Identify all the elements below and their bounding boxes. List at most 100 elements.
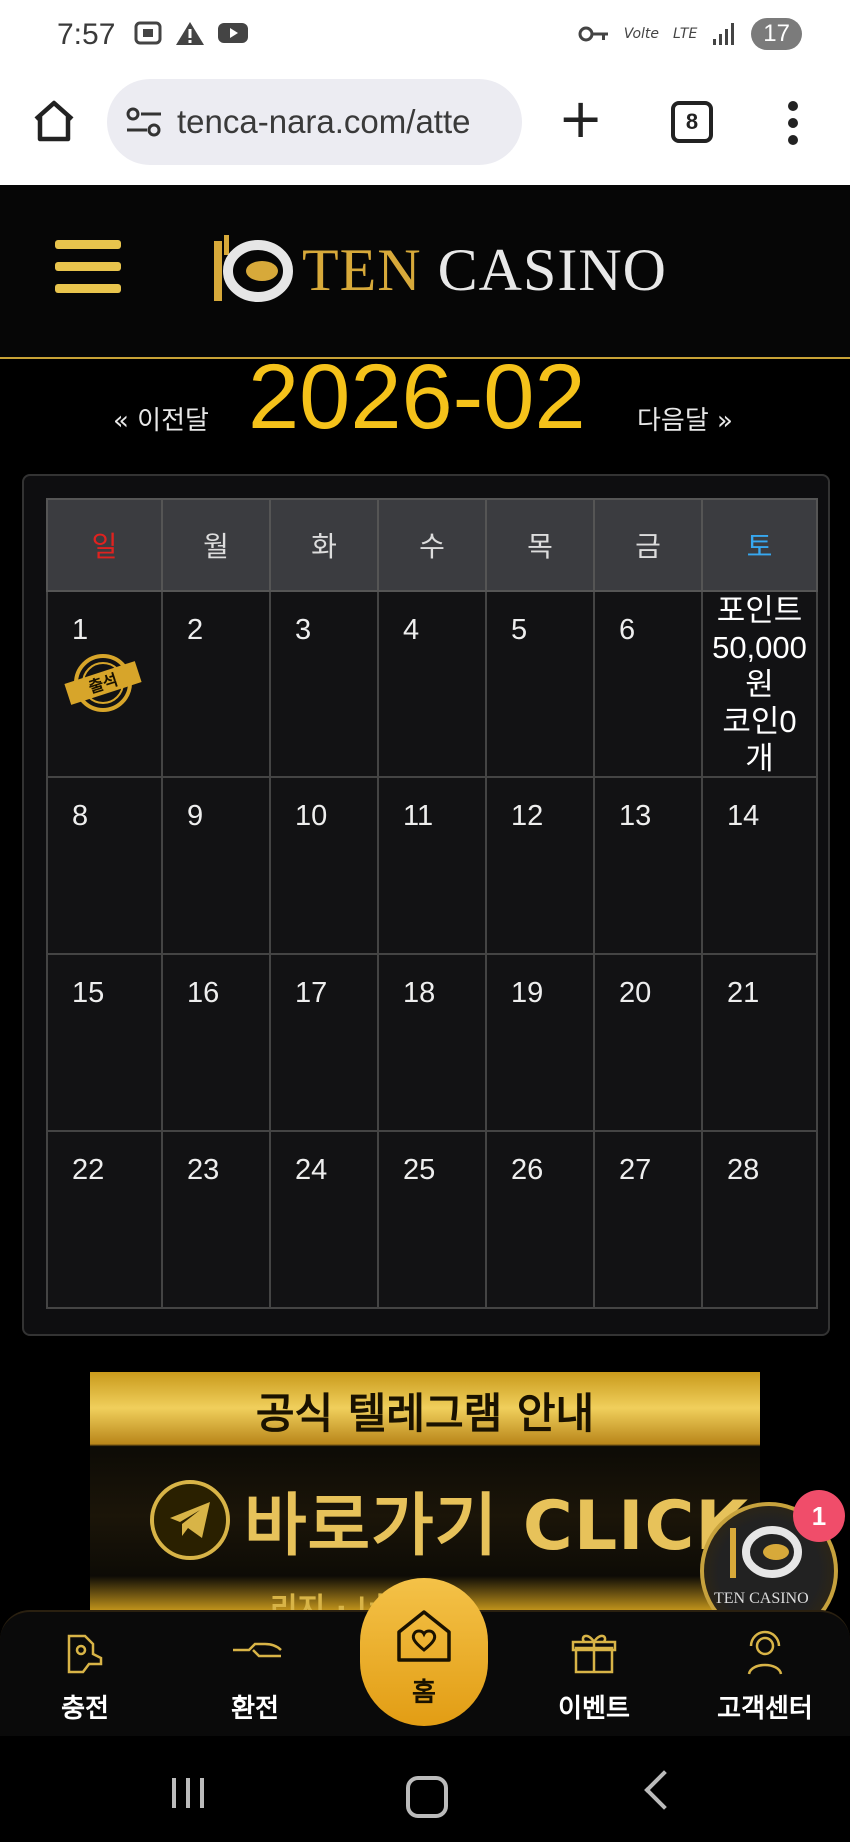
attendance-stamp-icon: 출석 xyxy=(64,654,142,712)
calendar-day-cell[interactable]: 22 xyxy=(46,1130,163,1309)
reward-points-label: 포인트 xyxy=(716,593,803,628)
calendar-day-cell[interactable]: 1 출석 xyxy=(46,590,163,778)
system-back-icon[interactable] xyxy=(644,1770,684,1810)
system-navigation-bar xyxy=(0,1736,850,1842)
weekday-wed: 수 xyxy=(377,498,487,592)
day-number: 14 xyxy=(727,800,760,832)
calendar-table: 일 월 화 수 목 금 토 1 출석 2 3 4 5 6 포인트 50,000 … xyxy=(46,498,818,1309)
day-number: 25 xyxy=(403,1154,436,1186)
logo-ten-text: TEN xyxy=(302,236,422,303)
reward-points-unit: 원 xyxy=(745,667,774,702)
day-number: 1 xyxy=(72,614,89,646)
hamburger-menu-icon[interactable] xyxy=(55,240,121,306)
prev-month-link[interactable]: « 이전달 xyxy=(113,400,209,437)
home-heart-icon xyxy=(397,1610,451,1662)
nav-exchange-label: 환전 xyxy=(231,1694,279,1724)
charge-icon xyxy=(67,1634,103,1674)
site-settings-icon[interactable] xyxy=(125,105,163,139)
telegram-banner[interactable]: 공식 텔레그램 안내 바로가기 CLICK 리지 · 너모집 xyxy=(90,1372,760,1612)
youtube-icon xyxy=(218,23,248,43)
browser-menu-button[interactable] xyxy=(788,101,800,152)
calendar-day-cell[interactable]: 27 xyxy=(593,1130,703,1309)
calendar-day-cell[interactable]: 21 xyxy=(701,953,818,1132)
calendar-day-cell[interactable]: 13 xyxy=(593,776,703,955)
calendar-day-cell-reward[interactable]: 포인트 50,000 원 코인0 개 xyxy=(701,590,818,778)
address-bar[interactable]: tenca-nara.com/atte xyxy=(107,79,522,165)
calendar-day-cell[interactable]: 9 xyxy=(161,776,271,955)
day-number: 27 xyxy=(619,1154,652,1186)
calendar-day-cell[interactable]: 11 xyxy=(377,776,487,955)
reward-coin-unit: 개 xyxy=(745,741,774,776)
calendar-day-cell[interactable]: 4 xyxy=(377,590,487,778)
calendar-day-cell[interactable]: 24 xyxy=(269,1130,379,1309)
calendar-day-cell[interactable]: 23 xyxy=(161,1130,271,1309)
calendar-week-row: 15 16 17 18 19 20 21 xyxy=(46,953,818,1132)
nav-home-label: 홈 xyxy=(412,1678,436,1708)
calendar-day-cell[interactable]: 6 xyxy=(593,590,703,778)
exchange-icon xyxy=(233,1642,282,1658)
key-icon xyxy=(578,26,608,42)
url-text[interactable]: tenca-nara.com/atte xyxy=(177,103,512,141)
system-home-icon[interactable] xyxy=(406,1776,448,1818)
screenshot-icon xyxy=(134,21,162,45)
new-tab-button[interactable]: + xyxy=(558,92,603,146)
calendar-day-cell[interactable]: 16 xyxy=(161,953,271,1132)
day-number: 21 xyxy=(727,977,760,1009)
next-month-link[interactable]: 다음달 » xyxy=(637,400,733,437)
calendar-day-cell[interactable]: 28 xyxy=(701,1130,818,1309)
attendance-stamp-text: 출석 xyxy=(86,670,120,697)
browser-home-icon[interactable] xyxy=(30,97,78,145)
weekday-thu: 목 xyxy=(485,498,595,592)
day-number: 20 xyxy=(619,977,652,1009)
calendar-day-cell[interactable]: 17 xyxy=(269,953,379,1132)
volte-indicator: Volte xyxy=(623,26,660,42)
day-number: 23 xyxy=(187,1154,220,1186)
calendar-day-cell[interactable]: 20 xyxy=(593,953,703,1132)
tab-switcher-button[interactable]: 8 xyxy=(671,101,713,143)
calendar-day-cell[interactable]: 8 xyxy=(46,776,163,955)
calendar-day-cell[interactable]: 19 xyxy=(485,953,595,1132)
banner-title: 공식 텔레그램 안내 xyxy=(255,1389,595,1438)
reward-points-amount: 50,000 xyxy=(712,630,807,665)
weekday-sun: 일 xyxy=(46,498,163,592)
weekday-mon: 월 xyxy=(161,498,271,592)
reward-info: 포인트 50,000 원 코인0 개 xyxy=(703,592,816,777)
warning-icon xyxy=(176,22,204,45)
nav-event-label: 이벤트 xyxy=(558,1694,630,1724)
calendar-day-cell[interactable]: 3 xyxy=(269,590,379,778)
lte-indicator: LTE xyxy=(673,26,698,42)
weekday-tue: 화 xyxy=(269,498,379,592)
banner-click-text: 바로가기 CLICK xyxy=(244,1487,750,1566)
calendar-day-cell[interactable]: 2 xyxy=(161,590,271,778)
day-number: 4 xyxy=(403,614,420,646)
calendar-week-row: 8 9 10 11 12 13 14 xyxy=(46,776,818,955)
site-logo[interactable]: TEN CASINO xyxy=(210,233,667,307)
calendar-day-cell[interactable]: 12 xyxy=(485,776,595,955)
calendar-day-cell[interactable]: 26 xyxy=(485,1130,595,1309)
day-number: 11 xyxy=(403,800,434,832)
calendar-day-cell[interactable]: 5 xyxy=(485,590,595,778)
month-navigation: « 이전달 2026-02 다음달 » xyxy=(0,346,850,448)
calendar-day-cell[interactable]: 10 xyxy=(269,776,379,955)
weekday-sat: 토 xyxy=(701,498,818,592)
month-title: 2026-02 xyxy=(248,346,586,448)
support-icon xyxy=(747,1630,783,1675)
signal-icon xyxy=(713,23,735,45)
nav-charge-label: 충전 xyxy=(61,1694,109,1724)
calendar-week-row: 22 23 24 25 26 27 28 xyxy=(46,1130,818,1309)
attendance-calendar: 일 월 화 수 목 금 토 1 출석 2 3 4 5 6 포인트 50,000 … xyxy=(22,474,830,1336)
weekday-fri: 금 xyxy=(593,498,703,592)
weekday-header-row: 일 월 화 수 목 금 토 xyxy=(46,498,818,592)
status-time: 7:57 xyxy=(57,18,116,51)
calendar-day-cell[interactable]: 15 xyxy=(46,953,163,1132)
gift-icon xyxy=(571,1634,617,1674)
day-number: 19 xyxy=(511,977,544,1009)
nav-home-button[interactable]: 홈 xyxy=(360,1578,488,1726)
calendar-day-cell[interactable]: 14 xyxy=(701,776,818,955)
recents-icon[interactable] xyxy=(172,1778,204,1808)
reward-coin-label: 코인0 xyxy=(722,704,797,739)
calendar-day-cell[interactable]: 18 xyxy=(377,953,487,1132)
browser-toolbar: tenca-nara.com/atte + 8 xyxy=(0,75,850,185)
calendar-day-cell[interactable]: 25 xyxy=(377,1130,487,1309)
floating-logo-text: TEN CASINO xyxy=(714,1590,809,1607)
